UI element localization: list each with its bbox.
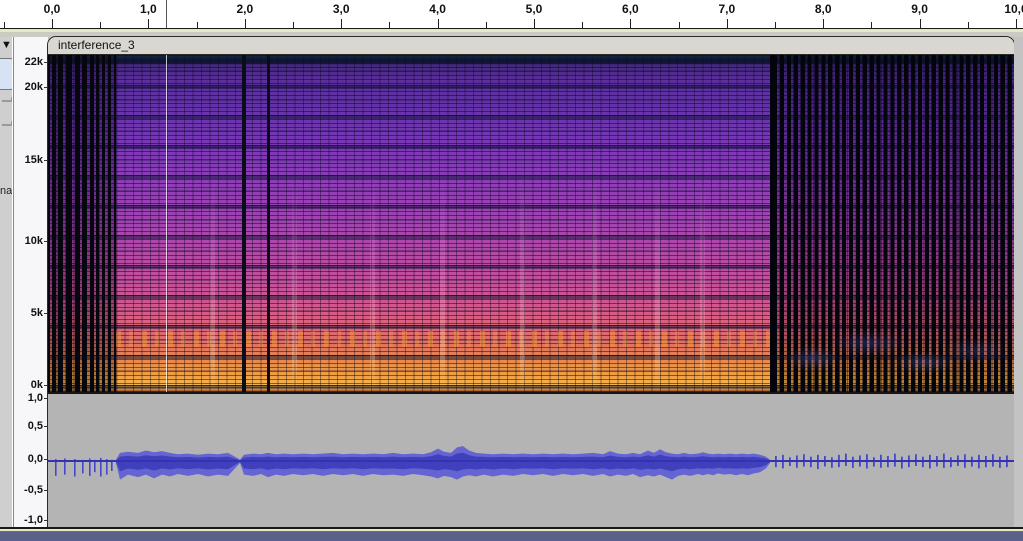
amp-ruler-label: 1,0 xyxy=(27,392,43,404)
spectrogram-burst xyxy=(370,175,375,391)
spectrogram-gap-line xyxy=(267,55,270,392)
freq-ruler-label: 15k xyxy=(24,154,43,166)
track-info-text-fragment: na xyxy=(0,185,12,197)
spectrogram-burst xyxy=(292,175,297,391)
spectrogram-burst xyxy=(210,175,215,391)
audio-clip: interference_3 xyxy=(48,37,1014,527)
timeline-cursor-line xyxy=(166,0,167,28)
waveform-pulse xyxy=(950,457,952,468)
track-collapse-button[interactable]: ▼ xyxy=(1,40,12,51)
amp-ruler-label: -0,5 xyxy=(24,484,43,496)
playback-cursor-line xyxy=(166,55,167,392)
spectrogram-burst xyxy=(440,175,445,391)
timeline-major-tick xyxy=(823,19,825,28)
freq-ruler-label: 0k xyxy=(30,379,43,391)
waveform-graphic xyxy=(48,446,1014,480)
amp-ruler-label: -1,0 xyxy=(24,514,43,526)
spectrogram-burst xyxy=(592,175,597,391)
spectrogram-gap-line xyxy=(242,55,246,392)
audio-editor-window: 0,01,02,03,04,05,06,07,08,09,010,0 ▼ na … xyxy=(0,0,1023,541)
waveform-view[interactable] xyxy=(48,394,1014,527)
timeline-label: 2,0 xyxy=(236,2,254,16)
freq-ruler-label: 5k xyxy=(30,307,43,319)
waveform-zero-line xyxy=(48,460,1014,462)
timeline-ruler[interactable]: 0,0 1,0 2,0 3,0 4,0 5,0 6,0 7,0 8,0 9,0 10,0 xyxy=(0,0,1023,28)
waveform-pulse xyxy=(852,456,854,468)
timeline-label: 0,0 xyxy=(43,2,61,16)
timeline-major-tick xyxy=(1016,19,1017,28)
freq-ruler-label: 22k xyxy=(24,56,43,68)
amp-ruler-label: 0,5 xyxy=(27,420,43,432)
timeline-major-tick xyxy=(244,19,246,28)
timeline-major-tick xyxy=(437,19,439,28)
timeline-label: 1,0 xyxy=(140,2,157,16)
timeline-label: 9,0 xyxy=(911,2,928,16)
amp-ruler-label: 0,0 xyxy=(27,453,43,465)
track-control-panel-clipped: ▼ na xyxy=(0,37,13,527)
timeline-label: 6,0 xyxy=(622,2,639,16)
timeline-major-tick xyxy=(534,19,535,28)
clip-title-bar[interactable]: interference_3 xyxy=(48,37,1014,55)
timeline-major-tick xyxy=(52,19,53,28)
spectrogram-view[interactable] xyxy=(48,55,1014,392)
spectrogram-left-pulses xyxy=(48,55,118,392)
timeline-label: 7,0 xyxy=(718,2,736,16)
timeline-label: 4,0 xyxy=(429,2,446,16)
timeline-label: 10,0 xyxy=(1004,2,1023,16)
waveform-pulse xyxy=(901,456,903,469)
timeline-major-tick xyxy=(148,19,150,28)
timeline-major-tick xyxy=(341,19,343,28)
timeline-major-tick xyxy=(726,19,728,28)
clip-title-text: interference_3 xyxy=(58,38,135,52)
timeline-major-tick xyxy=(919,19,921,28)
spectrogram-noise-smudge xyxy=(778,313,1003,389)
timeline-label: 3,0 xyxy=(332,2,350,16)
vertical-scale-ruler[interactable]: 22k 20k 15k 10k 5k 0k 1,0 0,5 0,0 -0,5 -1,0 xyxy=(14,37,48,527)
waveform-pulse xyxy=(999,456,1001,468)
bottom-panel xyxy=(0,532,1023,541)
spectrogram-burst xyxy=(655,175,660,391)
waveform-pulse xyxy=(845,453,847,466)
timeline-label: 8,0 xyxy=(814,2,832,16)
timeline-major-tick xyxy=(630,19,632,28)
freq-ruler-label: 10k xyxy=(24,235,43,247)
spectrogram-burst xyxy=(700,175,705,391)
freq-ruler-label: 20k xyxy=(24,81,43,93)
spectrogram-burst xyxy=(520,175,525,391)
waveform-pulse xyxy=(831,457,833,468)
track-area-after-clip xyxy=(1014,37,1023,527)
timeline-label: 5,0 xyxy=(525,2,543,16)
